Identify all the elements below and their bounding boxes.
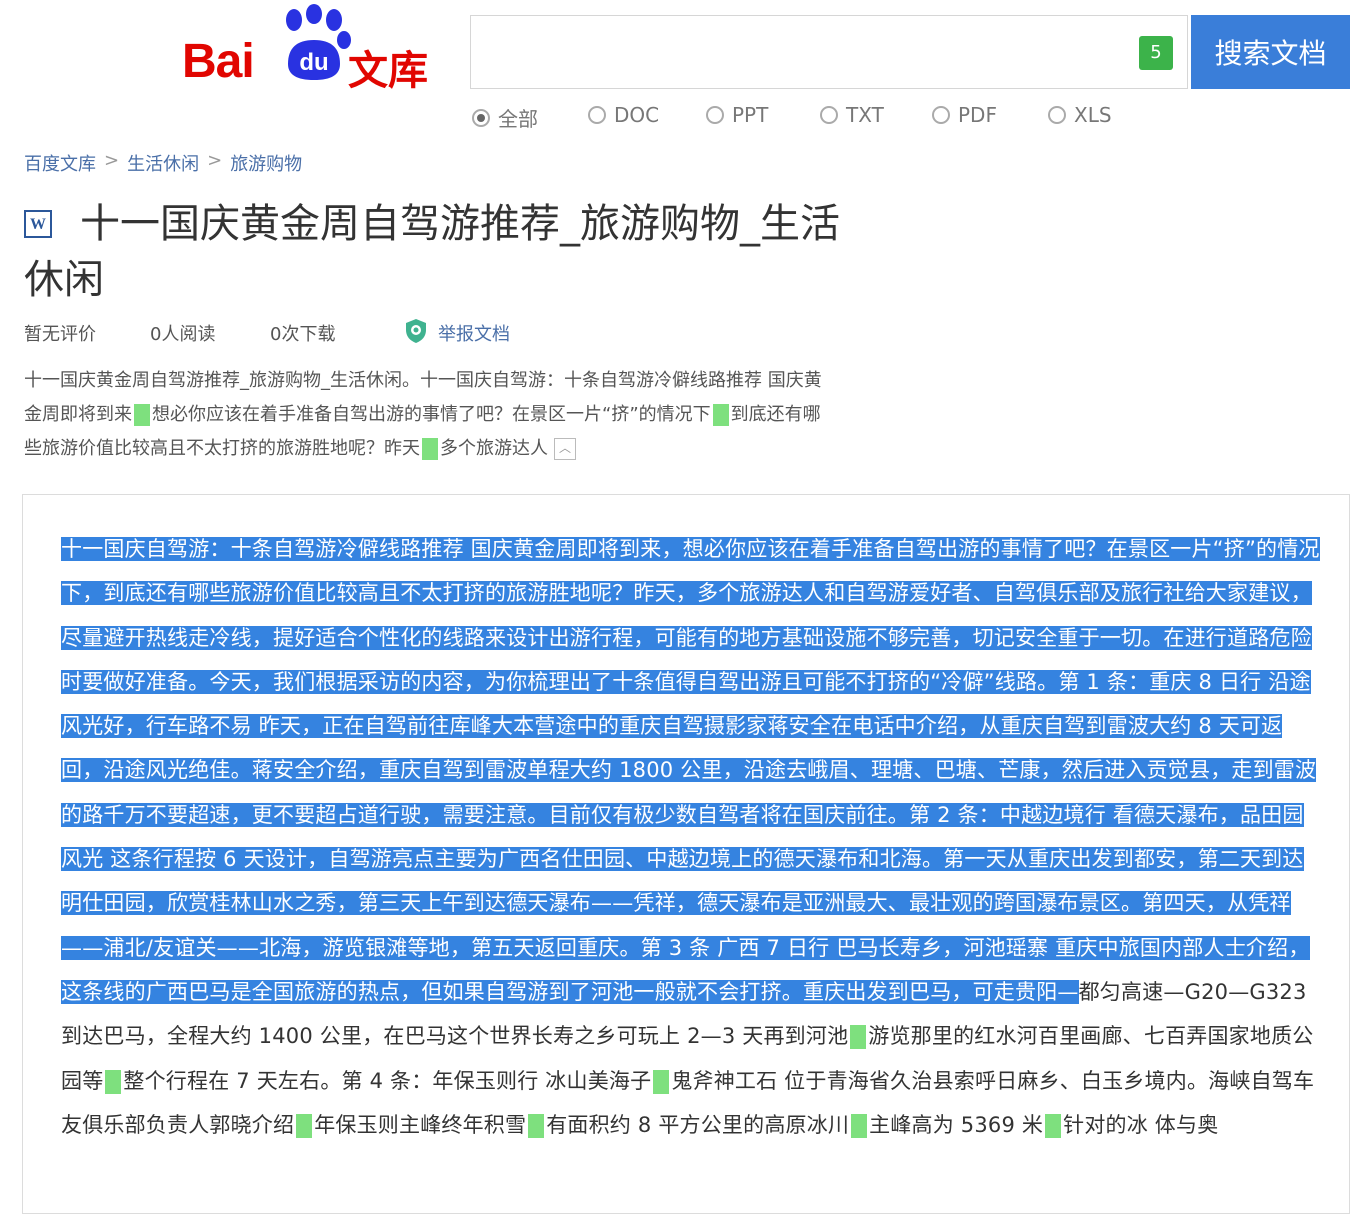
logo-text-bai: Bai — [182, 35, 255, 88]
filter-doc[interactable]: DOC — [588, 103, 659, 127]
breadcrumb-separator: > — [207, 150, 223, 171]
highlight-mark — [850, 1025, 867, 1050]
search-input[interactable] — [471, 16, 1187, 88]
doc-summary: 十一国庆黄金周自驾游推荐_旅游购物_生活休闲。十一国庆自驾游：十条自驾游冷僻线路… — [24, 364, 824, 466]
breadcrumb-separator: > — [104, 150, 120, 171]
logo-text-wenku: 文库 — [348, 48, 428, 94]
page-title: 十一国庆黄金周自驾游推荐_旅游购物_生活休闲 — [24, 201, 840, 303]
breadcrumb-travel-shopping[interactable]: 旅游购物 — [230, 150, 302, 176]
search-documents-button[interactable]: 搜索文档 — [1191, 15, 1350, 89]
radio-icon[interactable] — [706, 106, 724, 124]
summary-text: 想必你应该在着手准备自驾出游的事情了吧？在景区一片“挤”的情况下 — [152, 404, 711, 425]
baidu-wenku-logo[interactable]: Bai du 文库 — [180, 4, 440, 94]
highlight-mark — [134, 404, 150, 426]
highlight-mark — [296, 1113, 313, 1138]
body-text: 整个行程在 7 天左右。第 4 条：年保玉则行 冰山美海子 — [123, 1068, 652, 1093]
highlight-mark — [105, 1069, 122, 1094]
filter-label: PPT — [732, 103, 769, 127]
highlight-mark — [653, 1069, 670, 1094]
chevron-up-icon[interactable]: ︿ — [554, 438, 576, 460]
filter-label: TXT — [846, 103, 884, 127]
radio-icon[interactable] — [588, 106, 606, 124]
selected-text[interactable]: 十一国庆自驾游：十条自驾游冷僻线路推荐 国庆黄金周即将到来，想必你应该在着手准备… — [61, 537, 1320, 1004]
filter-xls[interactable]: XLS — [1048, 103, 1112, 127]
summary-text: 多个旅游达人 — [440, 438, 548, 459]
filter-txt[interactable]: TXT — [820, 103, 884, 127]
breadcrumb: 百度文库 > 生活休闲 > 旅游购物 — [24, 150, 302, 176]
filter-label: DOC — [614, 103, 660, 127]
filter-label: PDF — [958, 103, 997, 127]
body-text: 针对的冰 体与奥 — [1063, 1112, 1219, 1137]
breadcrumb-life-leisure[interactable]: 生活休闲 — [127, 150, 199, 176]
breadcrumb-wenku[interactable]: 百度文库 — [24, 150, 96, 176]
radio-icon[interactable] — [932, 106, 950, 124]
filter-label: 全部 — [498, 107, 538, 131]
radio-icon[interactable] — [472, 108, 490, 127]
highlight-mark — [851, 1113, 868, 1138]
highlight-mark — [1045, 1113, 1062, 1138]
radio-icon[interactable] — [1048, 106, 1066, 124]
highlight-mark — [422, 438, 438, 460]
filter-pdf[interactable]: PDF — [932, 103, 997, 127]
rating-text: 暂无评价 — [24, 324, 96, 345]
filter-label: XLS — [1074, 103, 1112, 127]
highlight-mark — [528, 1113, 545, 1138]
filter-ppt[interactable]: PPT — [706, 103, 768, 127]
body-text: 主峰高为 5369 米 — [869, 1112, 1044, 1137]
document-viewer: 十一国庆自驾游：十条自驾游冷僻线路推荐 国庆黄金周即将到来，想必你应该在着手准备… — [22, 494, 1350, 1214]
shield-icon[interactable] — [404, 318, 428, 344]
download-count: 0次下载 — [270, 324, 336, 345]
logo-text-du: du — [299, 49, 328, 76]
baidu-paw-icon: du — [286, 4, 351, 80]
highlight-mark — [712, 404, 729, 426]
ime-badge[interactable]: 5 — [1139, 36, 1173, 70]
radio-icon[interactable] — [820, 106, 838, 124]
document-body[interactable]: 十一国庆自驾游：十条自驾游冷僻线路推荐 国庆黄金周即将到来，想必你应该在着手准备… — [61, 527, 1321, 1147]
report-document-link[interactable]: 举报文档 — [438, 320, 510, 346]
read-count: 0人阅读 — [150, 324, 216, 345]
body-text: 有面积约 8 平方公里的高原冰川 — [546, 1112, 850, 1137]
body-text: 年保玉则主峰终年积雪 — [314, 1112, 527, 1137]
filter-all[interactable]: 全部 — [472, 103, 538, 132]
search-box: 5 — [470, 15, 1188, 89]
